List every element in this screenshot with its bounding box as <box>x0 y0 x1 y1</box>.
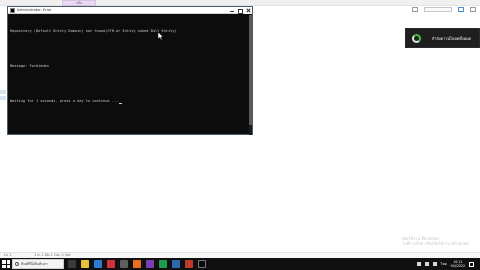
app-red2-icon[interactable] <box>185 260 193 268</box>
notification-icon[interactable] <box>469 261 474 267</box>
toolbar-button-icon[interactable] <box>458 7 464 12</box>
mouse-pointer-icon <box>158 32 164 40</box>
windows-start-icon[interactable] <box>2 260 10 268</box>
console-window[interactable]: Administrator: Error Repository (Default… <box>7 6 253 135</box>
edge-browser-icon[interactable] <box>94 260 102 268</box>
gutter-marker <box>0 96 6 100</box>
minimize-icon[interactable] <box>228 7 236 14</box>
app-purple-icon[interactable] <box>146 260 154 268</box>
volume-icon[interactable] <box>432 262 437 266</box>
network-icon[interactable] <box>424 262 429 266</box>
file-explorer-icon[interactable] <box>81 260 89 268</box>
taskbar-apps <box>68 258 206 270</box>
maximize-icon[interactable] <box>236 7 244 14</box>
tray-chevron-icon[interactable] <box>416 262 421 266</box>
app-blue-icon[interactable] <box>172 260 180 268</box>
clock-date: 9/4/2022 <box>450 264 465 268</box>
app-orange-icon[interactable] <box>133 260 141 268</box>
console-app-icon[interactable] <box>198 260 206 268</box>
toolbar-button-icon[interactable] <box>412 7 418 12</box>
gutter-marker <box>0 90 6 94</box>
editor-gutter <box>0 18 6 258</box>
close-icon[interactable] <box>244 7 252 14</box>
console-prompt-text: Waiting for 1 seconds, press a key to co… <box>10 99 119 103</box>
console-scrollbar[interactable] <box>249 15 252 135</box>
tray-clock[interactable]: 10:11 9/4/2022 <box>451 260 465 268</box>
console-titlebar[interactable]: Administrator: Error <box>8 7 252 14</box>
toolbar-button-icon[interactable] <box>470 7 476 12</box>
toast-message: กำลังดาวน์โหลดทั้งหมด <box>432 36 472 41</box>
console-app-icon <box>10 8 15 13</box>
search-placeholder: พิมพ์ที่นี่เพื่อค้นหา <box>21 262 48 266</box>
search-icon <box>15 262 19 266</box>
console-line: Message: Forbidden <box>10 64 49 68</box>
app-red-icon[interactable] <box>107 260 115 268</box>
console-line: Waiting for 1 seconds, press a key to co… <box>10 98 246 104</box>
taskbar-search-box[interactable]: พิมพ์ที่นี่เพื่อค้นหา <box>12 259 64 269</box>
app-green-icon[interactable] <box>159 260 167 268</box>
language-indicator[interactable]: ไทย <box>441 258 447 270</box>
toolbar-field[interactable] <box>424 7 452 12</box>
editor-toolbar <box>412 7 476 12</box>
task-view-icon[interactable] <box>68 260 76 268</box>
watermark-line: ไปที่การตั้งค่าเพื่อเปิดใช้งาน Windows <box>402 241 470 246</box>
app-gray-icon[interactable] <box>120 260 128 268</box>
console-title: Administrator: Error <box>17 8 52 12</box>
text-cursor <box>119 103 123 104</box>
scrollbar-thumb[interactable] <box>249 15 252 125</box>
system-tray: ไทย 10:11 9/4/2022 <box>416 258 474 270</box>
download-toast[interactable]: กำลังดาวน์โหลดทั้งหมด <box>405 28 480 48</box>
activation-watermark: เปิดใช้งาน Windows ไปที่การตั้งค่าเพื่อเ… <box>402 236 469 246</box>
window-controls <box>228 7 252 14</box>
spinner-icon <box>412 34 421 43</box>
console-line: Repository (Default Entity Domain) not f… <box>10 29 177 33</box>
console-output[interactable]: Repository (Default Entity Domain) not f… <box>10 16 246 132</box>
taskbar: พิมพ์ที่นี่เพื่อค้นหา ไทย 10:11 9/4/2022 <box>0 258 480 270</box>
